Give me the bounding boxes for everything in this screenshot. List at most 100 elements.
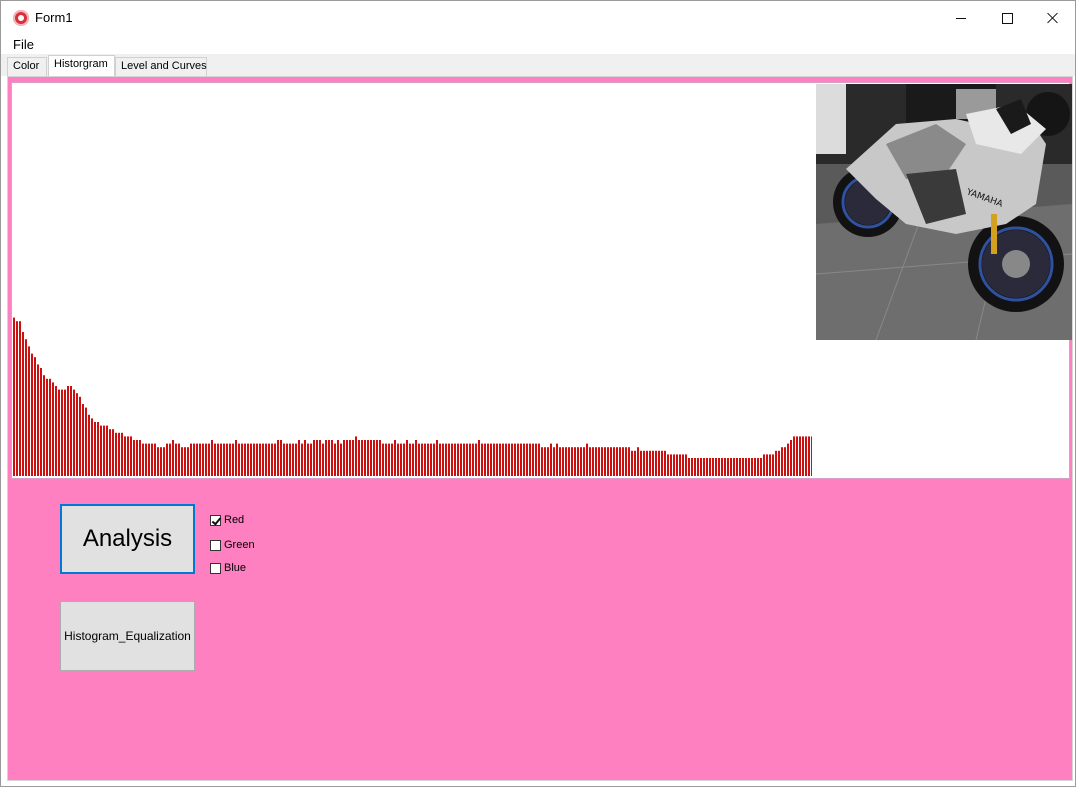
red-checkbox-row[interactable]: Red xyxy=(210,512,244,528)
histogram-bar xyxy=(79,396,81,476)
histogram-bar xyxy=(19,321,21,476)
histogram-bar xyxy=(676,454,678,476)
histogram-bar xyxy=(22,332,24,476)
histogram-bar xyxy=(313,440,315,476)
histogram-bar xyxy=(181,447,183,476)
histogram-bar xyxy=(568,447,570,476)
histogram-bar xyxy=(718,458,720,476)
histogram-bar xyxy=(13,317,15,476)
histogram-bar xyxy=(592,447,594,476)
tab-level-and-curves[interactable]: Level and Curves xyxy=(115,57,207,76)
histogram-bar xyxy=(133,440,135,476)
histogram-bar xyxy=(289,443,291,476)
histogram-bar xyxy=(586,443,588,476)
histogram-bar xyxy=(469,443,471,476)
histogram-bar xyxy=(265,443,267,476)
histogram-bar xyxy=(85,407,87,476)
histogram-bar xyxy=(316,440,318,476)
histogram-bar xyxy=(508,443,510,476)
histogram-bar xyxy=(16,321,18,476)
histogram-bar xyxy=(799,436,801,476)
green-checkbox[interactable] xyxy=(210,539,221,551)
histogram-bar xyxy=(232,443,234,476)
histogram-bar xyxy=(733,458,735,476)
histogram-bar xyxy=(298,440,300,476)
histogram-bar xyxy=(679,454,681,476)
histogram-bar xyxy=(73,389,75,476)
red-checkbox[interactable] xyxy=(210,514,221,526)
histogram-bar xyxy=(127,436,129,476)
histogram-bar xyxy=(433,443,435,476)
tab-historgram[interactable]: Historgram xyxy=(48,55,115,77)
histogram-bar xyxy=(805,436,807,476)
histogram-bar xyxy=(514,443,516,476)
histogram-bar xyxy=(631,450,633,476)
histogram-bar xyxy=(40,368,42,476)
histogram-bar xyxy=(364,440,366,476)
tab-color[interactable]: Color xyxy=(7,57,47,76)
histogram-bar xyxy=(673,454,675,476)
histogram-bar xyxy=(634,450,636,476)
histogram-bar xyxy=(214,443,216,476)
blue-checkbox[interactable] xyxy=(210,562,221,574)
histogram-bar xyxy=(286,443,288,476)
histogram-bar xyxy=(112,429,114,476)
histogram-bar xyxy=(442,443,444,476)
histogram-bar xyxy=(757,458,759,476)
histogram-bar xyxy=(352,440,354,476)
histogram-bar xyxy=(622,447,624,476)
histogram-bar xyxy=(607,447,609,476)
title-bar[interactable]: Form1 xyxy=(1,1,1075,35)
histogram-bar xyxy=(76,393,78,476)
maximize-button[interactable] xyxy=(984,1,1030,35)
histogram-bar xyxy=(691,458,693,476)
histogram-bar xyxy=(334,443,336,476)
histogram-bar xyxy=(694,458,696,476)
histogram-bar xyxy=(394,440,396,476)
histogram-bar xyxy=(661,450,663,476)
histogram-bar xyxy=(556,443,558,476)
main-window: Form1 File Color Historgram Level and Cu… xyxy=(0,0,1076,787)
histogram-bar xyxy=(796,436,798,476)
close-button[interactable] xyxy=(1030,1,1076,35)
histogram-bar xyxy=(664,450,666,476)
histogram-bar xyxy=(97,422,99,476)
window-title: Form1 xyxy=(35,10,73,25)
histogram-bar xyxy=(520,443,522,476)
histogram-bar xyxy=(685,454,687,476)
histogram-bar xyxy=(400,443,402,476)
histogram-bar xyxy=(778,450,780,476)
histogram-bar xyxy=(280,440,282,476)
histogram-bar xyxy=(451,443,453,476)
menu-file[interactable]: File xyxy=(13,37,34,52)
histogram-bar xyxy=(727,458,729,476)
histogram-bar xyxy=(811,436,812,476)
histogram-bar xyxy=(337,440,339,476)
histogram-equalization-button[interactable]: Histogram_Equalization xyxy=(60,601,195,671)
green-checkbox-label: Green xyxy=(224,539,255,551)
histogram-bar xyxy=(151,443,153,476)
histogram-bar xyxy=(358,440,360,476)
histogram-bar xyxy=(808,436,810,476)
histogram-bar xyxy=(544,447,546,476)
histogram-bar xyxy=(208,443,210,476)
histogram-bar xyxy=(109,429,111,476)
minimize-button[interactable] xyxy=(938,1,984,35)
histogram-bar xyxy=(331,440,333,476)
histogram-bar xyxy=(55,386,57,476)
histogram-bar xyxy=(499,443,501,476)
histogram-bar xyxy=(517,443,519,476)
histogram-bar xyxy=(340,443,342,476)
histogram-bar xyxy=(310,443,312,476)
analysis-button[interactable]: Analysis xyxy=(60,504,195,574)
histogram-bar xyxy=(793,436,795,476)
menu-bar: File xyxy=(1,35,1075,54)
histogram-bar xyxy=(535,443,537,476)
histogram-bar xyxy=(754,458,756,476)
histogram-bar xyxy=(478,440,480,476)
histogram-bar xyxy=(427,443,429,476)
histogram-bar xyxy=(559,447,561,476)
green-checkbox-row[interactable]: Green xyxy=(210,537,255,553)
histogram-bar xyxy=(424,443,426,476)
blue-checkbox-row[interactable]: Blue xyxy=(210,560,246,576)
